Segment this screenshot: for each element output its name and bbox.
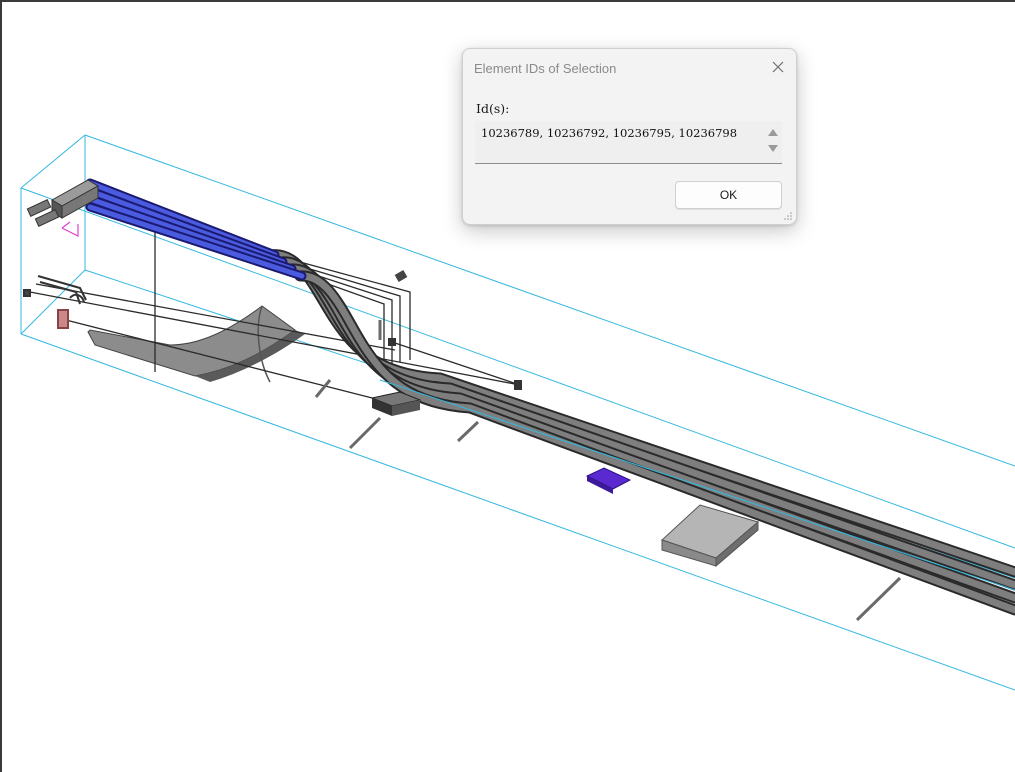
scroll-up-arrow-icon[interactable] [768,129,778,136]
ids-textbox[interactable]: 10236789, 10236792, 10236795, 10236798 [475,121,782,164]
resize-grip-icon[interactable] [783,211,793,221]
element-ids-dialog: Element IDs of Selection Id(s): 10236789… [462,48,797,225]
wire-lines [29,210,521,401]
left-fittings [23,275,87,329]
scroll-down-arrow-icon[interactable] [768,145,778,152]
ids-value[interactable]: 10236789, 10236792, 10236795, 10236798 [481,126,737,140]
dialog-titlebar[interactable]: Element IDs of Selection [463,49,796,87]
close-icon[interactable] [768,57,788,77]
pink-marker [61,221,79,237]
viewport-frame-top [0,0,1015,2]
ids-scrollbar[interactable] [766,125,780,159]
selected-pipes[interactable] [85,178,307,281]
ids-label: Id(s): [476,101,510,116]
purple-box [585,467,632,494]
bent-plate [87,305,305,383]
viewport-frame-left [0,0,2,772]
pipe-header-box [26,179,99,227]
ok-button[interactable]: OK [675,181,782,209]
dialog-title: Element IDs of Selection [474,61,617,76]
